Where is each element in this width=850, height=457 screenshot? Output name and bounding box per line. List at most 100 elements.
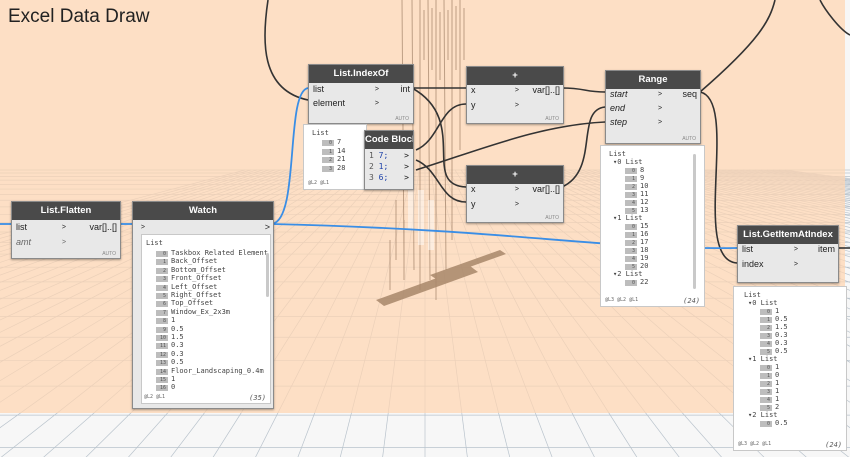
input-port-list[interactable]: list > — [740, 243, 798, 256]
node-range[interactable]: Range start > end > step > seq AUTO — [605, 70, 701, 144]
output-port[interactable]: > — [404, 151, 409, 160]
node-list-getitematindex[interactable]: List.GetItemAtIndex list > index > item — [737, 225, 839, 283]
output-port[interactable]: > — [404, 162, 409, 171]
list-item: 01 — [760, 307, 779, 315]
line-number: 1 — [369, 151, 379, 160]
node-code-block[interactable]: Code Block 1 7; >2 1; >3 6; > — [364, 130, 414, 190]
sublist-label[interactable]: ▾0 List — [613, 158, 643, 166]
node-add-top[interactable]: + x > y > var[]..[] AUTO — [466, 66, 564, 124]
port-label: end — [610, 103, 626, 113]
list-item: 1 0.5 — [760, 315, 788, 323]
list-item: 1 14 — [322, 147, 345, 155]
node-title[interactable]: + — [467, 166, 563, 184]
input-port-amt[interactable]: amt > — [14, 236, 66, 249]
item-count: (24) — [683, 297, 700, 305]
code-text[interactable]: 7; — [379, 151, 389, 160]
list-item: 0 Taskbox Related Element — [156, 249, 268, 257]
line-number: 2 — [369, 162, 379, 171]
sublist-label[interactable]: ▾2 List — [748, 411, 778, 419]
input-port-index[interactable]: index > — [740, 258, 798, 271]
sublist-label[interactable]: ▾0 List — [748, 299, 778, 307]
node-list-indexof[interactable]: List.IndexOf list > element > int AUTO — [308, 64, 414, 124]
code-text[interactable]: 6; — [379, 173, 389, 182]
list-item: 52 — [760, 403, 779, 411]
list-item: 1 Back_Offset — [156, 257, 217, 266]
code-line[interactable]: 2 1; > — [369, 162, 409, 171]
node-title[interactable]: List.GetItemAtIndex — [738, 226, 838, 244]
port-label: index — [742, 259, 764, 269]
sublist-label[interactable]: ▾2 List — [613, 270, 643, 278]
node-list-flatten[interactable]: List.Flatten list > amt > var[]..[] AUTO — [11, 201, 121, 259]
item-value: 18 — [640, 246, 649, 254]
item-index: 1 — [322, 148, 334, 155]
input-port-y[interactable]: y > — [469, 198, 519, 211]
list-item: 10 — [760, 371, 779, 379]
lacing-label: AUTO — [682, 136, 696, 142]
item-value: 0.3 — [171, 349, 184, 358]
item-value: 0 — [775, 371, 780, 379]
item-value: Right_Offset — [171, 291, 222, 299]
item-value: 1 — [775, 363, 780, 371]
lacing-label: AUTO — [395, 116, 409, 122]
output-port[interactable]: item — [818, 243, 835, 256]
output-port[interactable]: var[]..[] — [89, 221, 117, 234]
getitem-preview[interactable]: List ▾0 List 0 1 1 0.5 2 1.5 3 0.3 4 0.3 5 0.5 ▾1 Lis… — [733, 286, 847, 451]
input-port-list[interactable]: list > — [14, 221, 66, 234]
input-port-y[interactable]: y > — [469, 99, 519, 112]
node-title[interactable]: Watch — [133, 202, 273, 220]
watch-preview[interactable]: List 0 Taskbox Related Element 1 Back_Offse… — [141, 234, 271, 404]
port-label: start — [610, 89, 628, 99]
list-item: 14 Floor_Landscaping_0.4m — [156, 367, 264, 375]
output-port[interactable]: var[]..[] — [532, 183, 560, 196]
output-port[interactable]: > — [265, 221, 270, 234]
item-value: Bottom_Offset — [171, 265, 226, 274]
input-port-x[interactable]: x > — [469, 84, 519, 97]
output-port[interactable]: seq — [682, 88, 697, 101]
node-add-bottom[interactable]: + x > y > var[]..[] AUTO — [466, 165, 564, 223]
dynamo-canvas[interactable]: Excel Data Draw List.Flatten list > amt … — [0, 0, 850, 457]
item-count: (24) — [825, 441, 842, 449]
range-preview[interactable]: List ▾0 List 0 8 1 9 2 10 3 11 4 12 5 13 ▾1 List 0 15 1 1… — [600, 145, 705, 307]
item-value: 10 — [640, 182, 649, 190]
port-label: y — [471, 199, 476, 209]
node-watch[interactable]: Watch > > List 0 Taskbox Related Element 1… — [132, 201, 274, 409]
output-port[interactable]: var[]..[] — [532, 84, 560, 97]
node-title[interactable]: Code Block — [365, 131, 413, 149]
port-arrow-icon: > — [514, 102, 519, 109]
port-arrow-icon: > — [61, 239, 66, 246]
list-item: 01 — [760, 363, 779, 371]
wire-range-to-getitem-index — [699, 91, 738, 264]
wire-top-to-indexof — [264, 0, 309, 101]
node-title[interactable]: Range — [606, 71, 700, 89]
list-item: 11 0.3 — [156, 341, 184, 350]
input-port-end[interactable]: end > — [608, 102, 662, 115]
input-port-step[interactable]: step > — [608, 116, 662, 129]
indexof-preview[interactable]: List 0 7 1 14 2 21 3 28 @L2 @L1 — [303, 124, 367, 190]
sublist-label[interactable]: ▾1 List — [613, 214, 643, 222]
node-title[interactable]: + — [467, 67, 563, 85]
item-value: 0.3 — [775, 331, 788, 339]
port-label: step — [610, 117, 628, 127]
item-count: (35) — [249, 394, 266, 402]
list-item: 3 28 — [322, 164, 345, 172]
scrollbar[interactable] — [266, 253, 269, 297]
list-item: 16 0 — [156, 383, 176, 392]
sublist-label[interactable]: ▾1 List — [748, 355, 778, 363]
input-port-element[interactable]: element > — [311, 97, 379, 110]
code-line[interactable]: 1 7; > — [369, 151, 409, 160]
input-port-list[interactable]: list > — [311, 83, 379, 96]
item-value: 0 — [171, 383, 176, 392]
item-index: 4 — [156, 284, 168, 291]
output-port[interactable]: > — [404, 173, 409, 182]
list-item: 81 — [156, 316, 175, 325]
node-title[interactable]: List.Flatten — [12, 202, 120, 220]
scrollbar[interactable] — [693, 154, 696, 289]
node-title[interactable]: List.IndexOf — [309, 65, 413, 83]
output-port[interactable]: int — [400, 83, 410, 96]
code-line[interactable]: 3 6; > — [369, 173, 409, 182]
line-number: 3 — [369, 173, 379, 182]
input-port[interactable]: > — [135, 221, 145, 234]
input-port-x[interactable]: x > — [469, 183, 519, 196]
input-port-start[interactable]: start > — [608, 88, 662, 101]
code-text[interactable]: 1; — [379, 162, 389, 171]
